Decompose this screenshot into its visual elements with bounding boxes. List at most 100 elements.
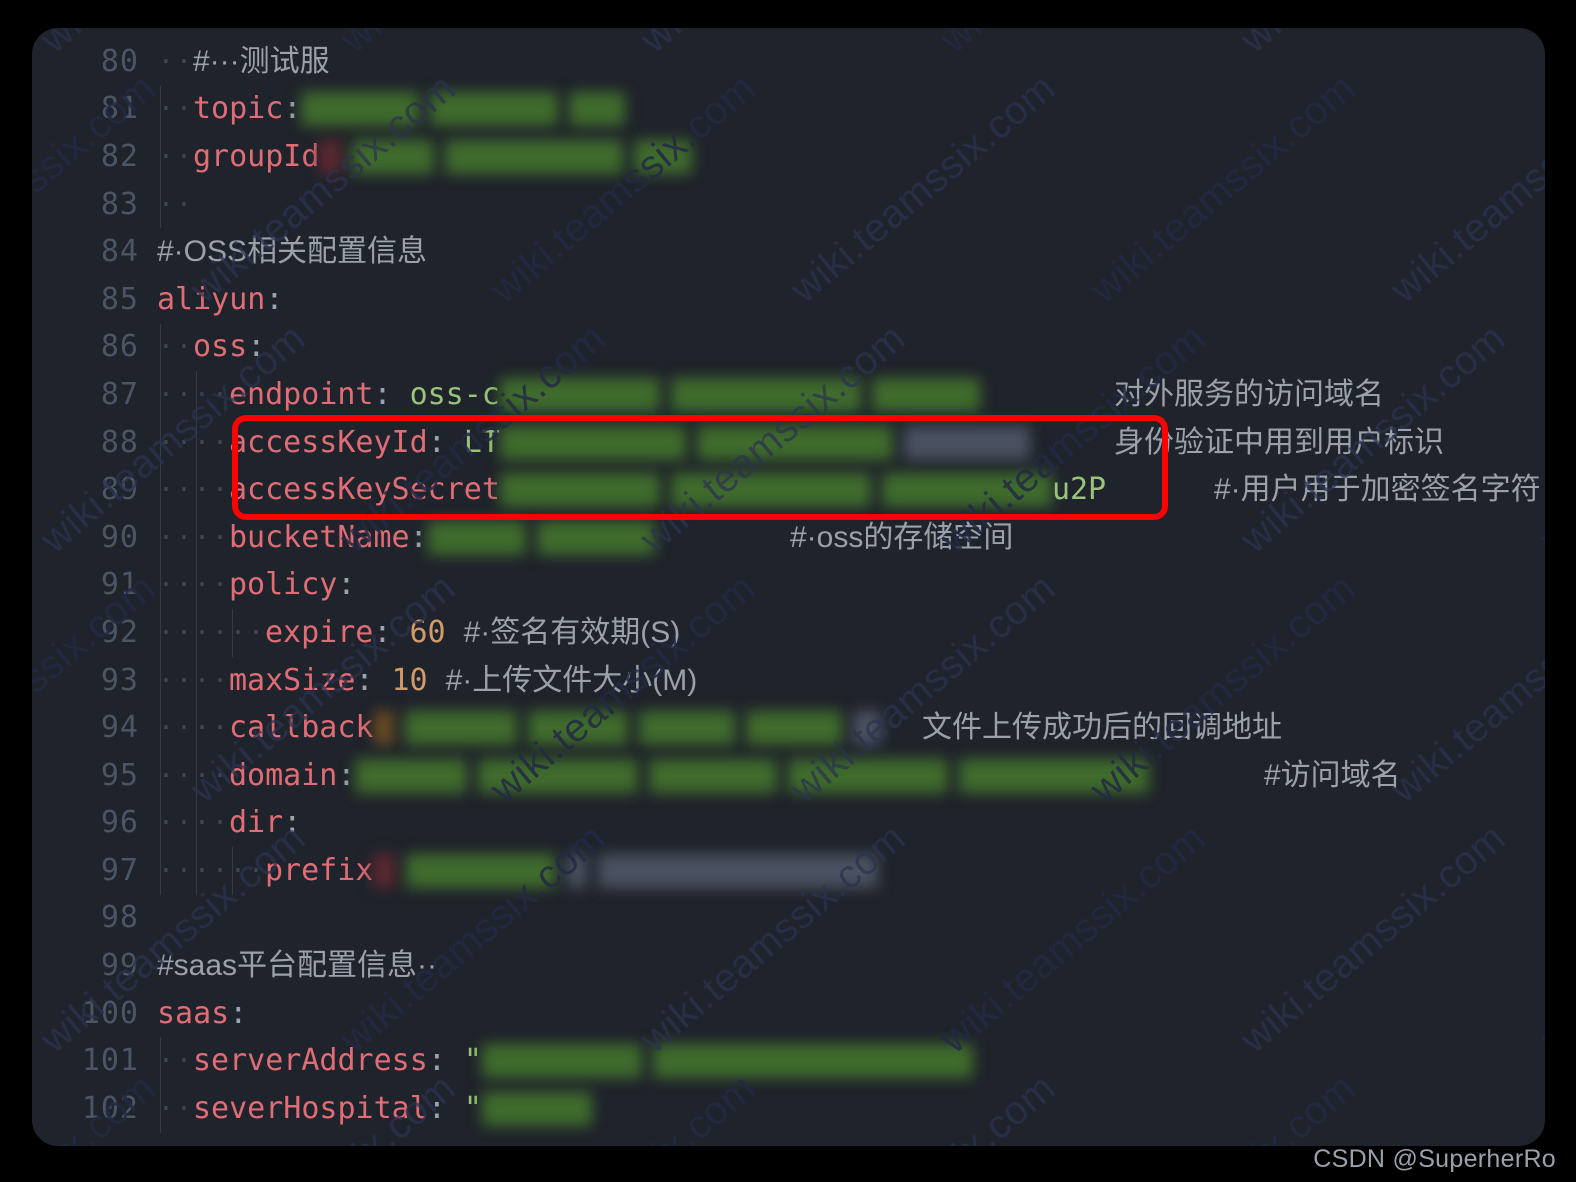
code-line-content[interactable]: prefix (157, 847, 1545, 895)
code-line[interactable]: 85 aliyun: (32, 276, 1545, 324)
yaml-key: bucketName (229, 519, 410, 555)
code-comment: #saas平台配置信息·· (157, 949, 438, 983)
indent-dot (211, 715, 229, 741)
indent-dot (211, 620, 229, 646)
code-comment: #···测试服 (193, 44, 330, 78)
redacted-value (301, 92, 626, 127)
indent-dot (157, 715, 175, 741)
yaml-key: severHospital (193, 1090, 428, 1126)
redaction-block (871, 377, 980, 412)
code-line-content[interactable]: endpoint: oss-c 对外服务的访问域名 (157, 371, 1545, 419)
code-line-content[interactable]: dir: (157, 799, 1545, 848)
indent-dot (175, 572, 193, 598)
redaction-block (355, 758, 468, 793)
line-number: 101 (81, 1043, 139, 1079)
code-line[interactable]: 80 #···测试服 (32, 38, 1545, 86)
indent-dot (229, 620, 247, 646)
code-line[interactable]: 90 bucketName: #·oss的存储空间 (32, 513, 1545, 562)
redacted-value (499, 377, 980, 412)
redaction-block (670, 377, 861, 412)
code-line-content[interactable]: groupId (157, 133, 1545, 181)
code-comment: 文件上传成功后的回调地址 (922, 711, 1282, 745)
redaction-block (427, 520, 526, 555)
line-number: 92 (100, 614, 139, 650)
yaml-colon: : (247, 329, 266, 365)
code-line-content[interactable]: accessKeyId: LT 身份验证中用到用户标识 (157, 418, 1545, 467)
yaml-colon: : (373, 614, 392, 650)
code-line-content[interactable]: saas: (157, 990, 1545, 1038)
code-line-content[interactable]: #saas平台配置信息·· (157, 942, 1545, 990)
code-line-content[interactable]: #···测试服 (157, 38, 1545, 86)
code-editor-panel[interactable]: wiki.teamssix.com wiki.teamssix.com wiki.t… (32, 28, 1545, 1146)
code-comment: 对外服务的访问域名 (1114, 377, 1384, 411)
csdn-credit: CSDN @SuperherRo (1313, 1145, 1556, 1173)
code-comment: #·用户用于加密签名字符 (1214, 473, 1541, 507)
redaction-block (670, 473, 871, 508)
yaml-key: aliyun (157, 281, 266, 317)
code-line[interactable]: 82 groupId (32, 133, 1545, 181)
code-line[interactable]: 95 domain: #访问域名 (32, 751, 1545, 800)
indent-dot (229, 858, 247, 884)
redaction-block (881, 473, 1052, 508)
code-line-content[interactable]: aliyun: (157, 276, 1545, 324)
yaml-string-value: " (463, 1043, 482, 1079)
yaml-key: domain (229, 757, 338, 793)
code-line-content[interactable]: expire:60 #·签名有效期(S) (157, 609, 1545, 657)
line-number: 82 (100, 138, 139, 174)
indent-dot (211, 572, 229, 598)
indent-dot (193, 858, 211, 884)
redacted-value (427, 520, 655, 555)
code-line[interactable]: 93 maxSize:10 #·上传文件大小(M) (32, 656, 1545, 705)
code-line-content[interactable]: serverAddress: " (157, 1037, 1545, 1086)
yaml-key: groupId (193, 138, 320, 174)
screenshot-root: wiki.teamssix.com wiki.teamssix.com wiki.t… (0, 0, 1576, 1182)
code-line-content[interactable] (157, 895, 1545, 943)
code-line[interactable]: 87 endpoint: oss-c 对外服务的访问域名 (32, 371, 1545, 419)
indent-dot (211, 382, 229, 408)
code-line[interactable]: 92 expire:60 #·签名有效期(S) (32, 609, 1545, 657)
line-number: 85 (100, 281, 139, 317)
indent-dot (175, 382, 193, 408)
redaction-block (319, 139, 342, 174)
redaction-block (634, 139, 693, 174)
code-line[interactable]: 97 prefix (32, 847, 1545, 895)
code-line[interactable]: 89 accessKeySecret u2P #·用户用于加密签名字符 (32, 466, 1545, 514)
code-comment: #访问域名 (1264, 758, 1401, 792)
indent-dot (157, 572, 175, 598)
code-line[interactable]: 98 (32, 895, 1545, 943)
code-line[interactable]: 86 oss: (32, 323, 1545, 372)
code-line-content[interactable]: bucketName: #·oss的存储空间 (157, 513, 1545, 562)
code-line-content[interactable]: oss: (157, 323, 1545, 372)
code-line-content[interactable]: maxSize:10 #·上传文件大小(M) (157, 656, 1545, 705)
code-line[interactable]: 102 severHospital: " (32, 1085, 1545, 1133)
code-line-content[interactable]: #·OSS相关配置信息 (157, 228, 1545, 276)
code-line-content[interactable]: severHospital: " (157, 1085, 1545, 1133)
code-content[interactable]: 80 #···测试服 81 topic: 82 groupId 83 84 #·OSS相关配置信… (32, 28, 1545, 1146)
line-number: 88 (100, 424, 139, 460)
indent-dot (157, 382, 175, 408)
yaml-colon: : (373, 376, 392, 412)
code-line[interactable]: 100 saas: (32, 990, 1545, 1038)
code-line[interactable]: 83 (32, 180, 1545, 229)
code-line-content[interactable]: topic: (157, 85, 1545, 134)
indent-dot (193, 382, 211, 408)
code-line[interactable]: 81 topic: (32, 85, 1545, 134)
code-line-content[interactable] (157, 180, 1545, 229)
redaction-block (352, 139, 435, 174)
code-line[interactable]: 84 #·OSS相关配置信息 (32, 228, 1545, 276)
code-line[interactable]: 99 #saas平台配置信息·· (32, 942, 1545, 990)
yaml-colon: : (427, 424, 446, 460)
redaction-block (481, 1091, 592, 1126)
code-line[interactable]: 96 dir: (32, 799, 1545, 848)
code-line-content[interactable]: policy: (157, 561, 1545, 610)
code-line-content[interactable]: accessKeySecret u2P #·用户用于加密签名字符 (157, 466, 1545, 514)
redaction-block (373, 711, 394, 746)
code-line[interactable]: 91 policy: (32, 561, 1545, 610)
code-line-content[interactable]: domain: #访问域名 (157, 751, 1545, 800)
code-line[interactable]: 88 accessKeyId: LT 身份验证中用到用户标识 (32, 418, 1545, 467)
line-number: 89 (100, 472, 139, 508)
code-line[interactable]: 94 callback 文件上传成功后的回调地址 (32, 704, 1545, 752)
indent-dot (193, 810, 211, 836)
code-line-content[interactable]: callback 文件上传成功后的回调地址 (157, 704, 1545, 752)
code-line[interactable]: 101 serverAddress: " (32, 1037, 1545, 1086)
